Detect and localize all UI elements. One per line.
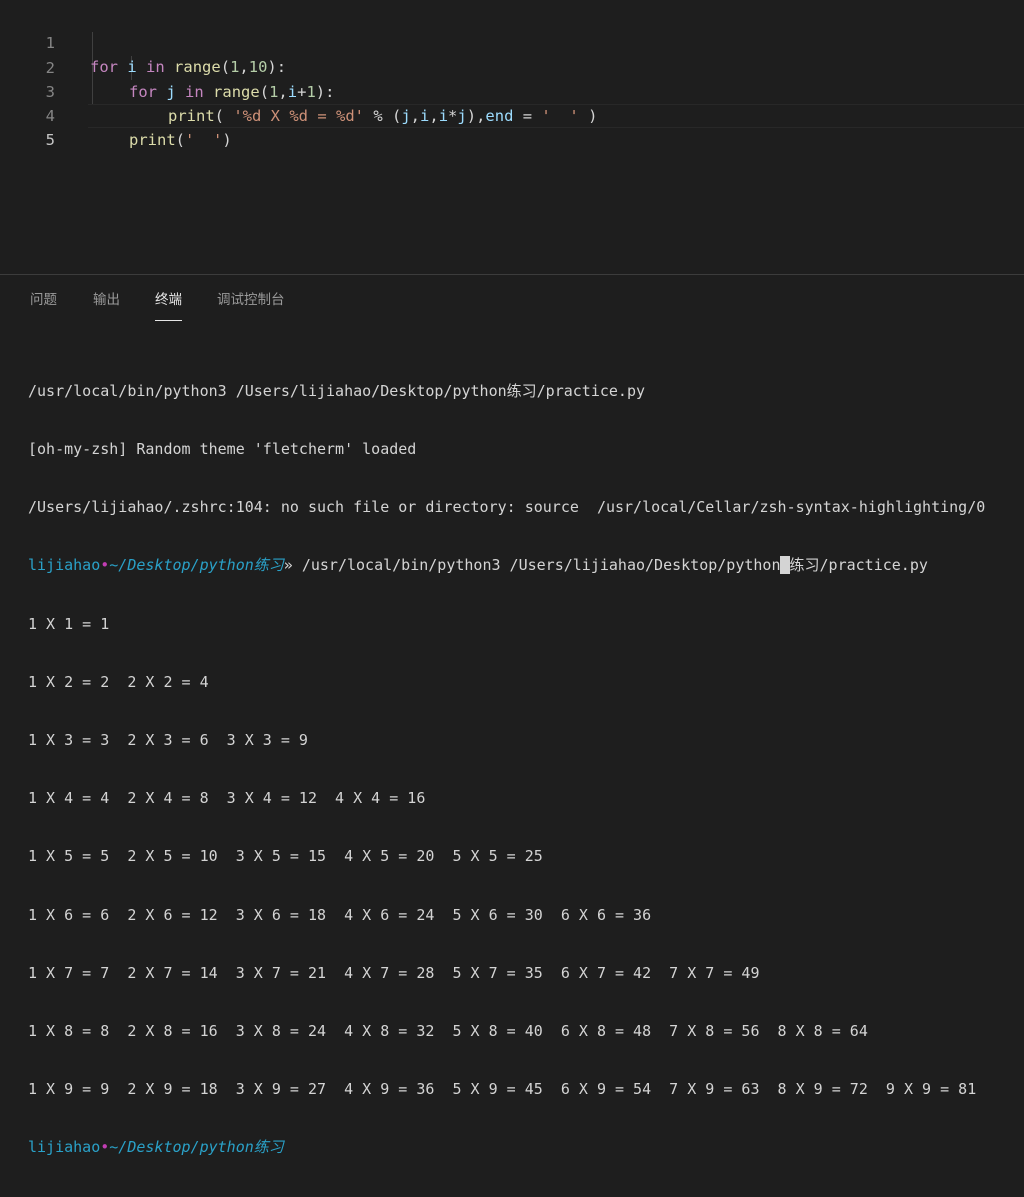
code-line-4[interactable]: 4 print(' '): [0, 80, 1024, 149]
code-line-1[interactable]: 1 for i in range(1,10):: [0, 7, 1024, 76]
terminal-cursor: [780, 556, 790, 575]
prompt-user: lijiahao: [28, 1138, 101, 1157]
output-line: 1 X 5 = 5 2 X 5 = 10 3 X 5 = 15 4 X 5 = …: [28, 847, 543, 866]
output-line: 1 X 7 = 7 2 X 7 = 14 3 X 7 = 21 4 X 7 = …: [28, 963, 760, 982]
output-line: 1 X 1 = 1: [28, 614, 110, 633]
prompt-separator: •: [100, 556, 110, 575]
func-print: print: [129, 131, 176, 149]
code-line-2[interactable]: 2 for j in range(1,i+1):: [0, 32, 1024, 101]
output-line: 1 X 4 = 4 2 X 4 = 8 3 X 4 = 12 4 X 4 = 1…: [28, 789, 426, 808]
terminal-prompt-line: lijiahao•~/Desktop/python练习: [28, 1138, 1024, 1157]
tab-problems[interactable]: 问题: [30, 291, 57, 321]
terminal-line: /usr/local/bin/python3 /Users/lijiahao/D…: [28, 381, 645, 400]
terminal-line: [oh-my-zsh] Random theme 'fletcherm' loa…: [28, 440, 417, 459]
output-line: 1 X 9 = 9 2 X 9 = 18 3 X 9 = 27 4 X 9 = …: [28, 1080, 977, 1099]
prompt-arrow: »: [283, 556, 302, 575]
code-line-3[interactable]: 3 print( '%d X %d = %d' % (j,i,i*j),end …: [0, 56, 1024, 125]
paren: ): [222, 131, 232, 149]
terminal-output[interactable]: /usr/local/bin/python3 /Users/lijiahao/D…: [28, 343, 1024, 1197]
command-text: /usr/local/bin/python3 /Users/lijiahao/D…: [301, 556, 781, 575]
bottom-panel: 问题 输出 终端 调试控制台 /usr/local/bin/python3 /U…: [0, 274, 1024, 1156]
panel-tabs: 问题 输出 终端 调试控制台: [0, 275, 1024, 323]
terminal-line: /Users/lijiahao/.zshrc:104: no such file…: [28, 498, 986, 517]
output-line: 1 X 6 = 6 2 X 6 = 12 3 X 6 = 18 4 X 6 = …: [28, 905, 652, 924]
code-line-5[interactable]: 5: [0, 104, 1024, 149]
output-line: 1 X 8 = 8 2 X 8 = 16 3 X 8 = 24 4 X 8 = …: [28, 1022, 868, 1041]
prompt-separator: •: [100, 1138, 110, 1157]
code-editor[interactable]: 1 for i in range(1,10): 2 for j in range…: [0, 0, 1024, 274]
command-text: 练习/practice.py: [789, 556, 928, 575]
string-sep: ' ': [185, 131, 223, 149]
terminal-prompt-line: lijiahao•~/Desktop/python练习» /usr/local/…: [28, 556, 1024, 575]
paren: (: [175, 131, 186, 149]
tab-terminal[interactable]: 终端: [155, 291, 182, 321]
tab-debug-console[interactable]: 调试控制台: [217, 291, 285, 321]
prompt-user: lijiahao: [28, 556, 101, 575]
prompt-path: ~/Desktop/python练习: [109, 1138, 284, 1157]
line-number: 5: [45, 131, 55, 149]
output-line: 1 X 2 = 2 2 X 2 = 4: [28, 672, 209, 691]
prompt-path: ~/Desktop/python练习: [109, 556, 284, 575]
output-line: 1 X 3 = 3 2 X 3 = 6 3 X 3 = 9: [28, 731, 308, 750]
tab-output[interactable]: 输出: [93, 291, 120, 321]
code-text[interactable]: print(' '): [129, 128, 232, 152]
